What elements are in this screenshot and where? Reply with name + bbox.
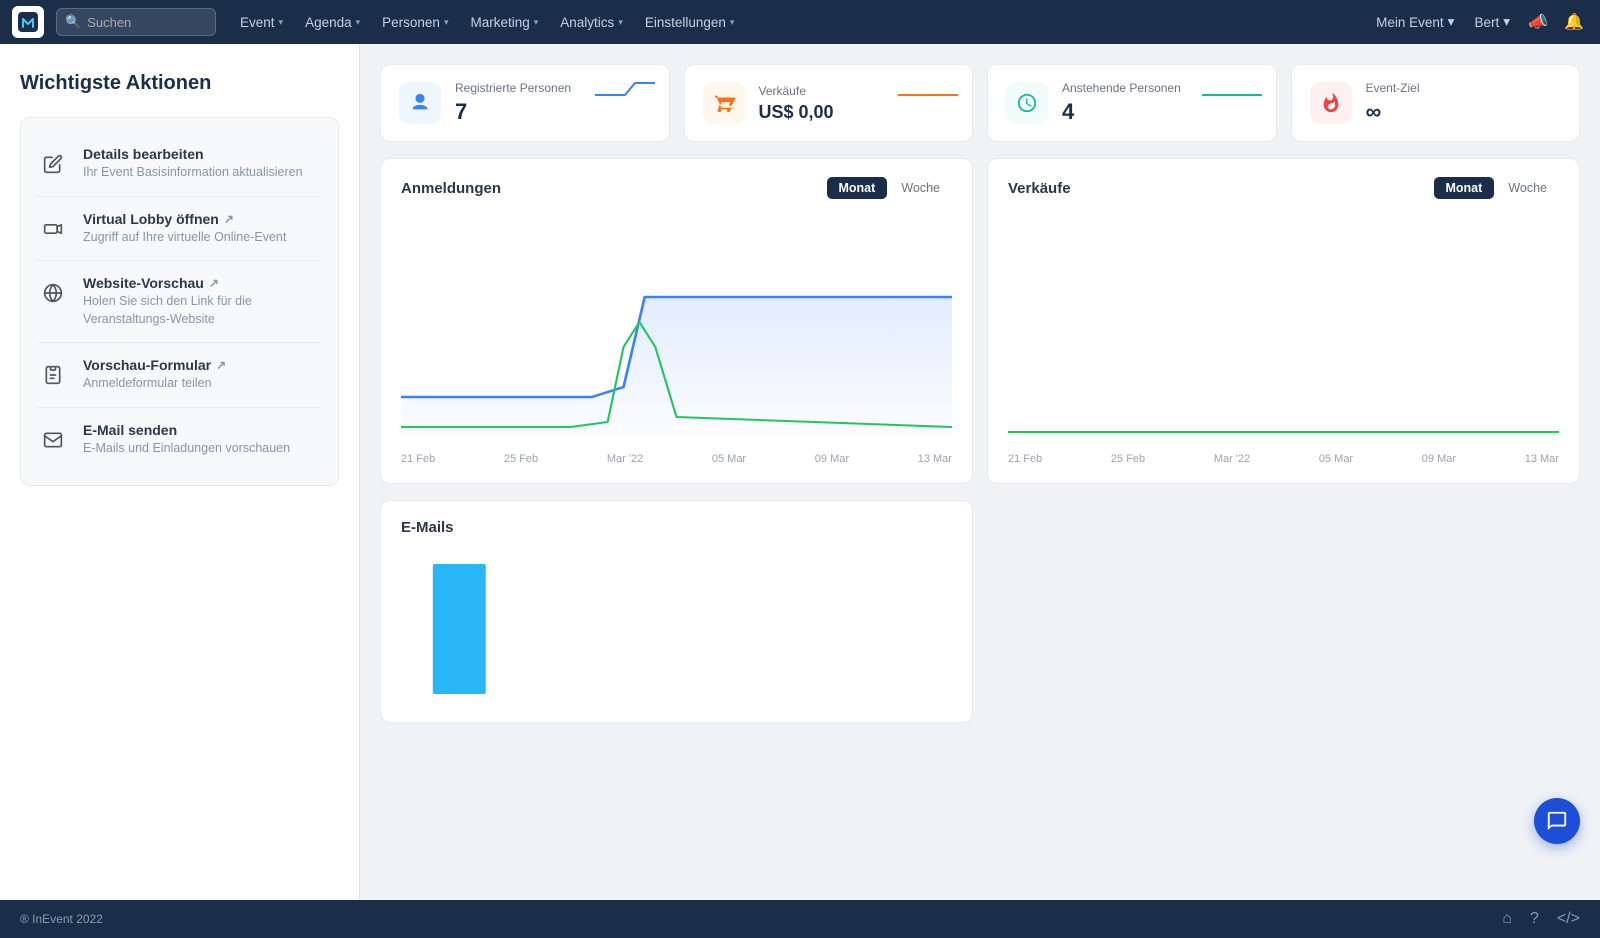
nav-item-marketing[interactable]: Marketing ▾ xyxy=(460,11,548,34)
nav-item-einstellungen[interactable]: Einstellungen ▾ xyxy=(635,11,745,34)
pencil-icon xyxy=(37,148,69,180)
nav-right: Mein Event ▾ Bert ▾ 📣 🔔 xyxy=(1370,8,1588,36)
nav-item-analytics[interactable]: Analytics ▾ xyxy=(550,11,633,34)
sidebar-item-virtual-lobby[interactable]: Virtual Lobby öffnen ↗ Zugriff auf Ihre … xyxy=(37,197,322,262)
main-content: Registrierte Personen 7 Verkäufe US$ 0,0… xyxy=(360,44,1600,900)
sidebar-item-details-desc: Ihr Event Basisinformation aktualisieren xyxy=(83,164,322,182)
chevron-down-icon: ▾ xyxy=(356,17,361,28)
stat-card-ziel: Event-Ziel ∞ xyxy=(1291,64,1581,142)
chart-row-2: E-Mails xyxy=(380,500,1580,723)
sidebar-actions-card: Details bearbeiten Ihr Event Basisinform… xyxy=(20,117,339,486)
stat-label-ziel: Event-Ziel xyxy=(1366,81,1562,95)
top-navigation: 🔍 Event ▾ Agenda ▾ Personen ▾ Marketing … xyxy=(0,0,1600,44)
sidebar: Wichtigste Aktionen Details bearbeiten I… xyxy=(0,44,360,900)
chart-anmeldungen-area xyxy=(401,207,952,447)
sidebar-item-email-desc: E-Mails und Einladungen vorschauen xyxy=(83,440,322,458)
clock-icon xyxy=(1006,82,1048,124)
chart-anmeldungen-tabs: Monat Woche xyxy=(827,177,953,199)
nav-item-personen[interactable]: Personen ▾ xyxy=(372,11,458,34)
cart-icon xyxy=(703,82,745,124)
footer-icons: ⌂ ? </> xyxy=(1502,910,1580,928)
chat-button[interactable] xyxy=(1534,798,1580,844)
nav-item-agenda[interactable]: Agenda ▾ xyxy=(295,11,370,34)
sidebar-item-website-desc: Holen Sie sich den Link für die Veransta… xyxy=(83,293,322,328)
trend-line-anstehende xyxy=(1202,77,1262,99)
bell-icon[interactable]: 🔔 xyxy=(1560,8,1588,36)
sidebar-title: Wichtigste Aktionen xyxy=(20,72,339,95)
nav-event-selector[interactable]: Mein Event ▾ xyxy=(1370,10,1460,34)
chevron-down-icon: ▾ xyxy=(730,17,735,28)
chart-emails-area xyxy=(401,544,952,704)
page-layout: Wichtigste Aktionen Details bearbeiten I… xyxy=(0,44,1600,900)
stat-value-ziel: ∞ xyxy=(1366,99,1562,125)
video-icon xyxy=(37,213,69,245)
trend-line-verkaeufe xyxy=(898,77,958,99)
nav-user-selector[interactable]: Bert ▾ xyxy=(1468,10,1516,34)
chart-verkaeufe: Verkäufe Monat Woche 21 Feb 25 Feb Mar ' xyxy=(987,158,1580,484)
fire-icon xyxy=(1310,82,1352,124)
chevron-down-icon: ▾ xyxy=(618,17,623,28)
external-link-icon: ↗ xyxy=(224,212,234,226)
megaphone-icon[interactable]: 📣 xyxy=(1524,8,1552,36)
chevron-down-icon: ▾ xyxy=(1503,14,1510,30)
sidebar-item-form-title: Vorschau-Formular ↗ xyxy=(83,357,322,373)
search-box[interactable]: 🔍 xyxy=(56,8,216,36)
tab-monat-anmeldungen[interactable]: Monat xyxy=(827,177,888,199)
chevron-down-icon: ▾ xyxy=(1448,14,1455,30)
sidebar-item-lobby-desc: Zugriff auf Ihre virtuelle Online-Event xyxy=(83,229,322,247)
nav-item-event[interactable]: Event ▾ xyxy=(230,11,293,34)
chart-anmeldungen-title: Anmeldungen xyxy=(401,180,501,197)
sidebar-item-website-title: Website-Vorschau ↗ xyxy=(83,275,322,291)
tab-woche-anmeldungen[interactable]: Woche xyxy=(889,177,952,199)
home-icon[interactable]: ⌂ xyxy=(1502,910,1512,928)
sidebar-item-email-title: E-Mail senden xyxy=(83,422,322,438)
page-footer: ® InEvent 2022 ⌂ ? </> xyxy=(0,900,1600,938)
stat-card-anstehende: Anstehende Personen 4 xyxy=(987,64,1277,142)
sidebar-item-form[interactable]: Vorschau-Formular ↗ Anmeldeformular teil… xyxy=(37,343,322,408)
stat-cards-row: Registrierte Personen 7 Verkäufe US$ 0,0… xyxy=(380,64,1580,142)
person-icon xyxy=(399,82,441,124)
search-icon: 🔍 xyxy=(65,14,81,30)
tab-monat-verkaeufe[interactable]: Monat xyxy=(1434,177,1495,199)
external-link-icon: ↗ xyxy=(209,276,219,290)
chart-placeholder-right xyxy=(987,500,1580,723)
chart-verkaeufe-area xyxy=(1008,207,1559,447)
help-icon[interactable]: ? xyxy=(1530,910,1539,928)
envelope-icon xyxy=(37,424,69,456)
chart-verkaeufe-title: Verkäufe xyxy=(1008,180,1071,197)
stat-card-registrierte: Registrierte Personen 7 xyxy=(380,64,670,142)
app-logo[interactable] xyxy=(12,6,44,38)
globe-icon xyxy=(37,277,69,309)
footer-copyright: ® InEvent 2022 xyxy=(20,912,103,926)
external-link-icon: ↗ xyxy=(216,358,226,372)
stat-value-verkaeufe: US$ 0,00 xyxy=(759,102,955,123)
search-input[interactable] xyxy=(87,15,207,30)
sidebar-item-form-desc: Anmeldeformular teilen xyxy=(83,375,322,393)
chart-anmeldungen: Anmeldungen Monat Woche xyxy=(380,158,973,484)
stat-value-anstehende: 4 xyxy=(1062,99,1258,125)
chart-verkaeufe-xlabels: 21 Feb 25 Feb Mar '22 05 Mar 09 Mar 13 M… xyxy=(1008,447,1559,465)
sidebar-item-details[interactable]: Details bearbeiten Ihr Event Basisinform… xyxy=(37,132,322,197)
code-icon[interactable]: </> xyxy=(1557,910,1580,928)
clipboard-icon xyxy=(37,359,69,391)
chart-anmeldungen-xlabels: 21 Feb 25 Feb Mar '22 05 Mar 09 Mar 13 M… xyxy=(401,447,952,465)
sidebar-item-email[interactable]: E-Mail senden E-Mails und Einladungen vo… xyxy=(37,408,322,472)
stat-value-registrierte: 7 xyxy=(455,99,651,125)
chevron-down-icon: ▾ xyxy=(534,17,539,28)
nav-menu: Event ▾ Agenda ▾ Personen ▾ Marketing ▾ … xyxy=(230,11,1366,34)
chart-emails: E-Mails xyxy=(380,500,973,723)
tab-woche-verkaeufe[interactable]: Woche xyxy=(1496,177,1559,199)
chart-emails-title: E-Mails xyxy=(401,519,454,536)
trend-line-registrierte xyxy=(595,77,655,99)
chevron-down-icon: ▾ xyxy=(279,17,284,28)
chart-verkaeufe-tabs: Monat Woche xyxy=(1434,177,1560,199)
stat-card-verkaeufe: Verkäufe US$ 0,00 xyxy=(684,64,974,142)
sidebar-item-lobby-title: Virtual Lobby öffnen ↗ xyxy=(83,211,322,227)
sidebar-item-website[interactable]: Website-Vorschau ↗ Holen Sie sich den Li… xyxy=(37,261,322,343)
chevron-down-icon: ▾ xyxy=(444,17,449,28)
sidebar-item-details-title: Details bearbeiten xyxy=(83,146,322,162)
chart-row-1: Anmeldungen Monat Woche xyxy=(380,158,1580,484)
